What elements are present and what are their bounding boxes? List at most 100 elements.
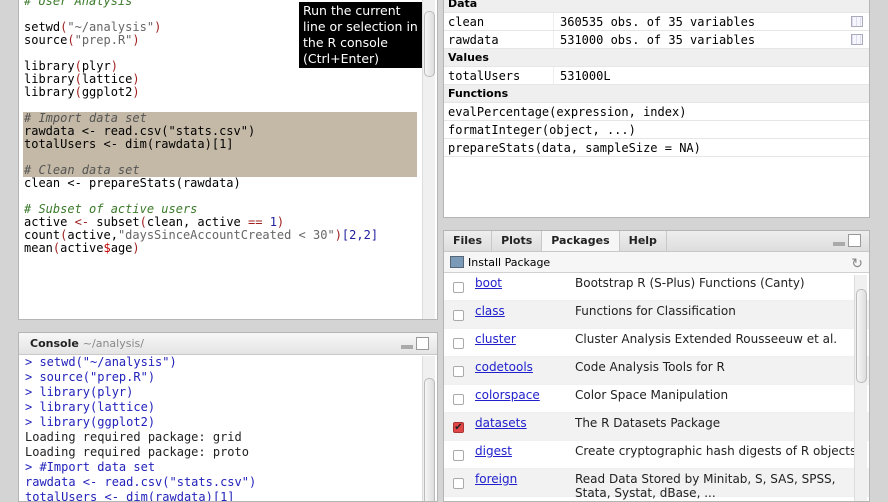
package-link[interactable]: class	[475, 304, 505, 318]
view-data-icon[interactable]	[851, 34, 863, 45]
code-token: (	[139, 215, 147, 229]
package-link[interactable]: digest	[475, 444, 512, 458]
package-link[interactable]: datasets	[475, 416, 527, 430]
maximize-icon[interactable]	[416, 337, 429, 350]
code-token: (	[74, 59, 82, 73]
section-header-data: Data	[444, 0, 869, 13]
source-editor[interactable]: # User Analysis setwd("~/analysis") source…	[18, 0, 438, 320]
console-path: ~/analysis/	[82, 337, 144, 350]
env-row[interactable]: rawdata 531000 obs. of 35 variables	[444, 31, 869, 49]
package-row: foreign Read Data Stored by Minitab, S, S…	[444, 469, 869, 500]
env-row[interactable]: evalPercentage(expression, index)	[444, 103, 869, 121]
code-token: totalUsers <- dim(rawdata)[1]	[24, 137, 234, 151]
package-checkbox[interactable]: ✔	[453, 422, 464, 433]
code-token: # Clean data set	[24, 163, 140, 177]
code-token: lattice	[81, 72, 133, 86]
code-token: active	[24, 215, 75, 229]
package-row: boot Bootstrap R (S-Plus) Functions (Cant…	[444, 273, 869, 301]
package-icon	[450, 256, 464, 268]
package-link[interactable]: codetools	[475, 360, 533, 374]
code-token: plyr	[81, 59, 111, 73]
code-token: )	[132, 72, 140, 86]
variable-name: evalPercentage(expression, index)	[448, 105, 687, 119]
env-row[interactable]: clean 360535 obs. of 35 variables	[444, 13, 869, 31]
code-token: ==	[248, 215, 263, 229]
package-link[interactable]: foreign	[475, 472, 517, 486]
view-data-icon[interactable]	[851, 16, 863, 27]
console-line: totalUsers <- dim(rawdata)[1]	[25, 490, 235, 502]
package-description: Cluster Analysis Extended Rousseeuw et a…	[575, 332, 838, 346]
variable-name: formatInteger(object, ...)	[448, 123, 636, 137]
code-token: "prep.R"	[74, 33, 133, 47]
code-token: 1	[269, 215, 277, 229]
variable-name: clean	[444, 13, 554, 30]
tab-plots[interactable]: Plots	[492, 231, 543, 251]
variable-value: 360535 obs. of 35 variables	[560, 15, 756, 29]
console-output[interactable]: > setwd("~/analysis") > source("prep.R") >…	[25, 355, 256, 502]
variable-name: totalUsers	[444, 67, 554, 84]
package-description: Read Data Stored by Minitab, S, SAS, SPS…	[575, 472, 836, 500]
package-row: colorspace Color Space Manipulation	[444, 385, 869, 413]
code-token: "daysSinceAccountCreated < 30"	[117, 228, 335, 242]
package-checkbox[interactable]	[453, 366, 464, 377]
package-description: The R Datasets Package	[575, 416, 721, 430]
variable-name: rawdata	[444, 31, 554, 48]
package-description: Bootstrap R (S-Plus) Functions (Canty)	[575, 276, 805, 290]
variable-value: 531000L	[560, 69, 611, 83]
console-title: Console	[30, 337, 79, 350]
code-token: clean <- prepareStats(rawdata)	[24, 176, 241, 190]
package-checkbox[interactable]	[453, 282, 464, 293]
refresh-icon[interactable]: ↻	[851, 254, 863, 275]
tab-files[interactable]: Files	[444, 231, 493, 251]
package-row: digest Create cryptographic hash digests …	[444, 441, 869, 469]
env-row[interactable]: prepareStats(data, sampleSize = NA)	[444, 139, 869, 157]
package-checkbox[interactable]	[453, 478, 464, 489]
package-checkbox[interactable]	[453, 450, 464, 461]
console-line: > setwd("~/analysis")	[25, 355, 177, 369]
package-link[interactable]: colorspace	[475, 388, 540, 402]
code-token: (	[74, 72, 82, 86]
section-header-functions: Functions	[444, 85, 869, 103]
code-token: # Subset of active users	[24, 202, 198, 216]
console-line: Loading required package: proto	[25, 445, 249, 459]
code-line: clean <- prepareStats(rawdata)	[23, 177, 417, 190]
environment-pane: Data clean 360535 obs. of 35 variables rawd…	[443, 0, 870, 218]
env-row[interactable]: formatInteger(object, ...)	[444, 121, 869, 139]
code-line: library(ggplot2)	[23, 86, 417, 99]
variable-name: prepareStats(data, sampleSize = NA)	[448, 141, 701, 155]
code-token: (	[67, 33, 75, 47]
package-checkbox[interactable]	[453, 338, 464, 349]
package-description: Color Space Manipulation	[575, 388, 729, 402]
package-link[interactable]: boot	[475, 276, 502, 290]
code-token: # User Analysis	[24, 0, 133, 8]
tab-help[interactable]: Help	[620, 231, 667, 251]
package-description: Create cryptographic hash digests of R o…	[575, 444, 857, 458]
console-line: > library(ggplot2)	[25, 415, 156, 429]
minimize-icon[interactable]	[401, 337, 413, 349]
section-header-values: Values	[444, 49, 869, 67]
code-line: totalUsers <- dim(rawdata)[1]	[23, 138, 417, 151]
minimize-icon[interactable]	[833, 234, 845, 246]
packages-scrollbar[interactable]	[854, 275, 867, 501]
package-row: codetools Code Analysis Tools for R	[444, 357, 869, 385]
package-row: cluster Cluster Analysis Extended Roussee…	[444, 329, 869, 357]
package-checkbox[interactable]	[453, 310, 464, 321]
code-token: )	[154, 20, 162, 34]
console-line: Loading required package: grid	[25, 430, 242, 444]
code-token: # Import data set	[24, 111, 147, 125]
install-package-button[interactable]: Install Package ↻	[444, 252, 869, 273]
env-row[interactable]: totalUsers 531000L	[444, 67, 869, 85]
package-description: Functions for Classification	[575, 304, 736, 318]
package-link[interactable]: cluster	[475, 332, 516, 346]
console-line: > library(plyr)	[25, 385, 134, 399]
code-token: subset	[89, 215, 140, 229]
package-checkbox[interactable]	[453, 394, 464, 405]
code-token: count	[24, 228, 61, 242]
package-row: ✔ datasets The R Datasets Package	[444, 413, 869, 441]
maximize-icon[interactable]	[848, 234, 861, 247]
variable-value: 531000 obs. of 35 variables	[560, 33, 756, 47]
editor-scrollbar[interactable]	[422, 0, 435, 319]
tab-packages[interactable]: Packages	[542, 231, 620, 251]
console-scrollbar[interactable]	[422, 356, 435, 501]
